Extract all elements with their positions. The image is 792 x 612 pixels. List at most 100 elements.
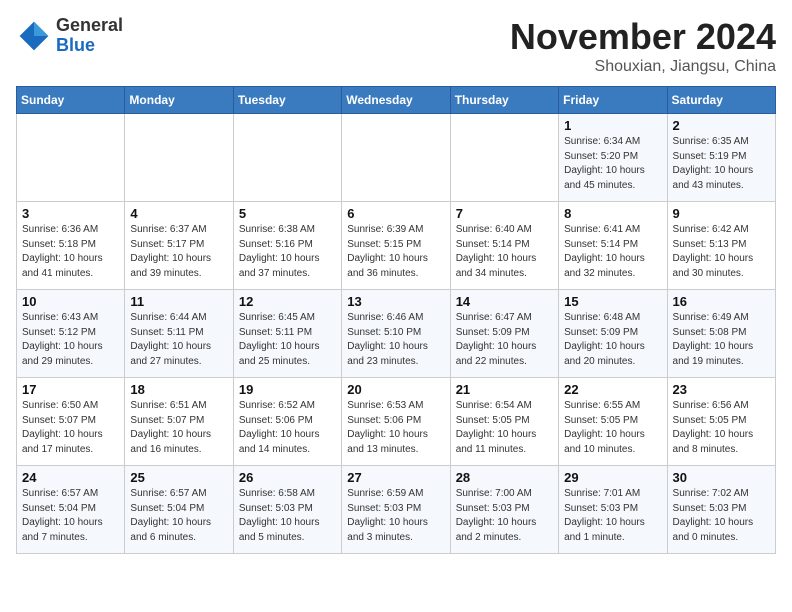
calendar-header-monday: Monday: [125, 87, 233, 114]
day-info: Sunrise: 6:55 AM Sunset: 5:05 PM Dayligh…: [564, 399, 661, 457]
day-info: Sunrise: 6:41 AM Sunset: 5:14 PM Dayligh…: [564, 223, 661, 281]
day-number: 11: [130, 294, 227, 309]
day-info: Sunrise: 6:36 AM Sunset: 5:18 PM Dayligh…: [22, 223, 119, 281]
day-number: 5: [239, 206, 336, 221]
day-info: Sunrise: 7:01 AM Sunset: 5:03 PM Dayligh…: [564, 487, 661, 545]
day-info: Sunrise: 6:54 AM Sunset: 5:05 PM Dayligh…: [456, 399, 553, 457]
header: General Blue November 2024 Shouxian, Jia…: [16, 16, 776, 76]
calendar-cell: 9 Sunrise: 6:42 AM Sunset: 5:13 PM Daylig…: [667, 202, 775, 290]
day-info: Sunrise: 7:00 AM Sunset: 5:03 PM Dayligh…: [456, 487, 553, 545]
day-info: Sunrise: 6:44 AM Sunset: 5:11 PM Dayligh…: [130, 311, 227, 369]
calendar-header-saturday: Saturday: [667, 87, 775, 114]
day-info: Sunrise: 6:48 AM Sunset: 5:09 PM Dayligh…: [564, 311, 661, 369]
day-number: 7: [456, 206, 553, 221]
day-number: 26: [239, 470, 336, 485]
day-info: Sunrise: 6:57 AM Sunset: 5:04 PM Dayligh…: [22, 487, 119, 545]
day-number: 10: [22, 294, 119, 309]
calendar-cell: 7 Sunrise: 6:40 AM Sunset: 5:14 PM Daylig…: [450, 202, 558, 290]
day-info: Sunrise: 7:02 AM Sunset: 5:03 PM Dayligh…: [673, 487, 770, 545]
day-info: Sunrise: 6:40 AM Sunset: 5:14 PM Dayligh…: [456, 223, 553, 281]
calendar-table: SundayMondayTuesdayWednesdayThursdayFrid…: [16, 86, 776, 554]
calendar-cell: 20 Sunrise: 6:53 AM Sunset: 5:06 PM Dayli…: [342, 378, 450, 466]
calendar-cell: 14 Sunrise: 6:47 AM Sunset: 5:09 PM Dayli…: [450, 290, 558, 378]
calendar-cell: 27Sunrise: 6:59 AM Sunset: 5:03 PM Dayli…: [342, 466, 450, 554]
calendar-cell: 12 Sunrise: 6:45 AM Sunset: 5:11 PM Dayli…: [233, 290, 341, 378]
calendar-header-thursday: Thursday: [450, 87, 558, 114]
calendar-week-row: 17 Sunrise: 6:50 AM Sunset: 5:07 PM Dayli…: [17, 378, 776, 466]
day-number: 9: [673, 206, 770, 221]
calendar-cell: 15 Sunrise: 6:48 AM Sunset: 5:09 PM Dayli…: [559, 290, 667, 378]
calendar-header-wednesday: Wednesday: [342, 87, 450, 114]
calendar-cell: 18 Sunrise: 6:51 AM Sunset: 5:07 PM Dayli…: [125, 378, 233, 466]
calendar-cell: 4Sunrise: 6:37 AM Sunset: 5:17 PM Daylig…: [125, 202, 233, 290]
day-number: 2: [673, 118, 770, 133]
day-number: 16: [673, 294, 770, 309]
calendar-cell: 24 Sunrise: 6:57 AM Sunset: 5:04 PM Dayli…: [17, 466, 125, 554]
logo: General Blue: [16, 16, 123, 56]
calendar-cell: 23 Sunrise: 6:56 AM Sunset: 5:05 PM Dayli…: [667, 378, 775, 466]
day-number: 21: [456, 382, 553, 397]
calendar-cell: 10Sunrise: 6:43 AM Sunset: 5:12 PM Dayli…: [17, 290, 125, 378]
location: Shouxian, Jiangsu, China: [510, 58, 776, 76]
day-number: 18: [130, 382, 227, 397]
day-number: 3: [22, 206, 119, 221]
day-info: Sunrise: 6:58 AM Sunset: 5:03 PM Dayligh…: [239, 487, 336, 545]
month-title: November 2024: [510, 16, 776, 58]
day-info: Sunrise: 6:49 AM Sunset: 5:08 PM Dayligh…: [673, 311, 770, 369]
day-info: Sunrise: 6:38 AM Sunset: 5:16 PM Dayligh…: [239, 223, 336, 281]
calendar-week-row: 1Sunrise: 6:34 AM Sunset: 5:20 PM Daylig…: [17, 114, 776, 202]
calendar-cell: 13 Sunrise: 6:46 AM Sunset: 5:10 PM Dayli…: [342, 290, 450, 378]
day-info: Sunrise: 6:42 AM Sunset: 5:13 PM Dayligh…: [673, 223, 770, 281]
calendar-week-row: 3 Sunrise: 6:36 AM Sunset: 5:18 PM Daylig…: [17, 202, 776, 290]
calendar-cell: [342, 114, 450, 202]
calendar-cell: 28 Sunrise: 7:00 AM Sunset: 5:03 PM Dayli…: [450, 466, 558, 554]
calendar-cell: 22 Sunrise: 6:55 AM Sunset: 5:05 PM Dayli…: [559, 378, 667, 466]
day-number: 13: [347, 294, 444, 309]
calendar-cell: 21 Sunrise: 6:54 AM Sunset: 5:05 PM Dayli…: [450, 378, 558, 466]
day-info: Sunrise: 6:51 AM Sunset: 5:07 PM Dayligh…: [130, 399, 227, 457]
calendar-cell: [450, 114, 558, 202]
day-number: 20: [347, 382, 444, 397]
calendar-cell: 3 Sunrise: 6:36 AM Sunset: 5:18 PM Daylig…: [17, 202, 125, 290]
title-area: November 2024 Shouxian, Jiangsu, China: [510, 16, 776, 76]
day-number: 12: [239, 294, 336, 309]
day-info: Sunrise: 6:39 AM Sunset: 5:15 PM Dayligh…: [347, 223, 444, 281]
day-number: 24: [22, 470, 119, 485]
day-info: Sunrise: 6:45 AM Sunset: 5:11 PM Dayligh…: [239, 311, 336, 369]
logo-icon: [16, 18, 52, 54]
calendar-header-sunday: Sunday: [17, 87, 125, 114]
day-number: 6: [347, 206, 444, 221]
day-number: 15: [564, 294, 661, 309]
day-info: Sunrise: 6:50 AM Sunset: 5:07 PM Dayligh…: [22, 399, 119, 457]
calendar-cell: [125, 114, 233, 202]
day-number: 1: [564, 118, 661, 133]
day-number: 23: [673, 382, 770, 397]
calendar-header-row: SundayMondayTuesdayWednesdayThursdayFrid…: [17, 87, 776, 114]
day-info: Sunrise: 6:47 AM Sunset: 5:09 PM Dayligh…: [456, 311, 553, 369]
day-number: 27: [347, 470, 444, 485]
calendar-cell: 29 Sunrise: 7:01 AM Sunset: 5:03 PM Dayli…: [559, 466, 667, 554]
day-number: 4: [130, 206, 227, 221]
day-info: Sunrise: 6:56 AM Sunset: 5:05 PM Dayligh…: [673, 399, 770, 457]
day-info: Sunrise: 6:53 AM Sunset: 5:06 PM Dayligh…: [347, 399, 444, 457]
day-number: 30: [673, 470, 770, 485]
day-number: 8: [564, 206, 661, 221]
calendar-cell: 5 Sunrise: 6:38 AM Sunset: 5:16 PM Daylig…: [233, 202, 341, 290]
calendar-header-tuesday: Tuesday: [233, 87, 341, 114]
calendar-cell: [233, 114, 341, 202]
day-number: 22: [564, 382, 661, 397]
calendar-cell: 25Sunrise: 6:57 AM Sunset: 5:04 PM Dayli…: [125, 466, 233, 554]
day-number: 29: [564, 470, 661, 485]
calendar-cell: 11 Sunrise: 6:44 AM Sunset: 5:11 PM Dayli…: [125, 290, 233, 378]
day-number: 28: [456, 470, 553, 485]
day-number: 25: [130, 470, 227, 485]
day-number: 14: [456, 294, 553, 309]
logo-general-text: General: [56, 15, 123, 35]
day-info: Sunrise: 6:46 AM Sunset: 5:10 PM Dayligh…: [347, 311, 444, 369]
day-info: Sunrise: 6:35 AM Sunset: 5:19 PM Dayligh…: [673, 135, 770, 193]
day-number: 17: [22, 382, 119, 397]
calendar-cell: 16 Sunrise: 6:49 AM Sunset: 5:08 PM Dayli…: [667, 290, 775, 378]
day-number: 19: [239, 382, 336, 397]
calendar-header-friday: Friday: [559, 87, 667, 114]
calendar-cell: [17, 114, 125, 202]
